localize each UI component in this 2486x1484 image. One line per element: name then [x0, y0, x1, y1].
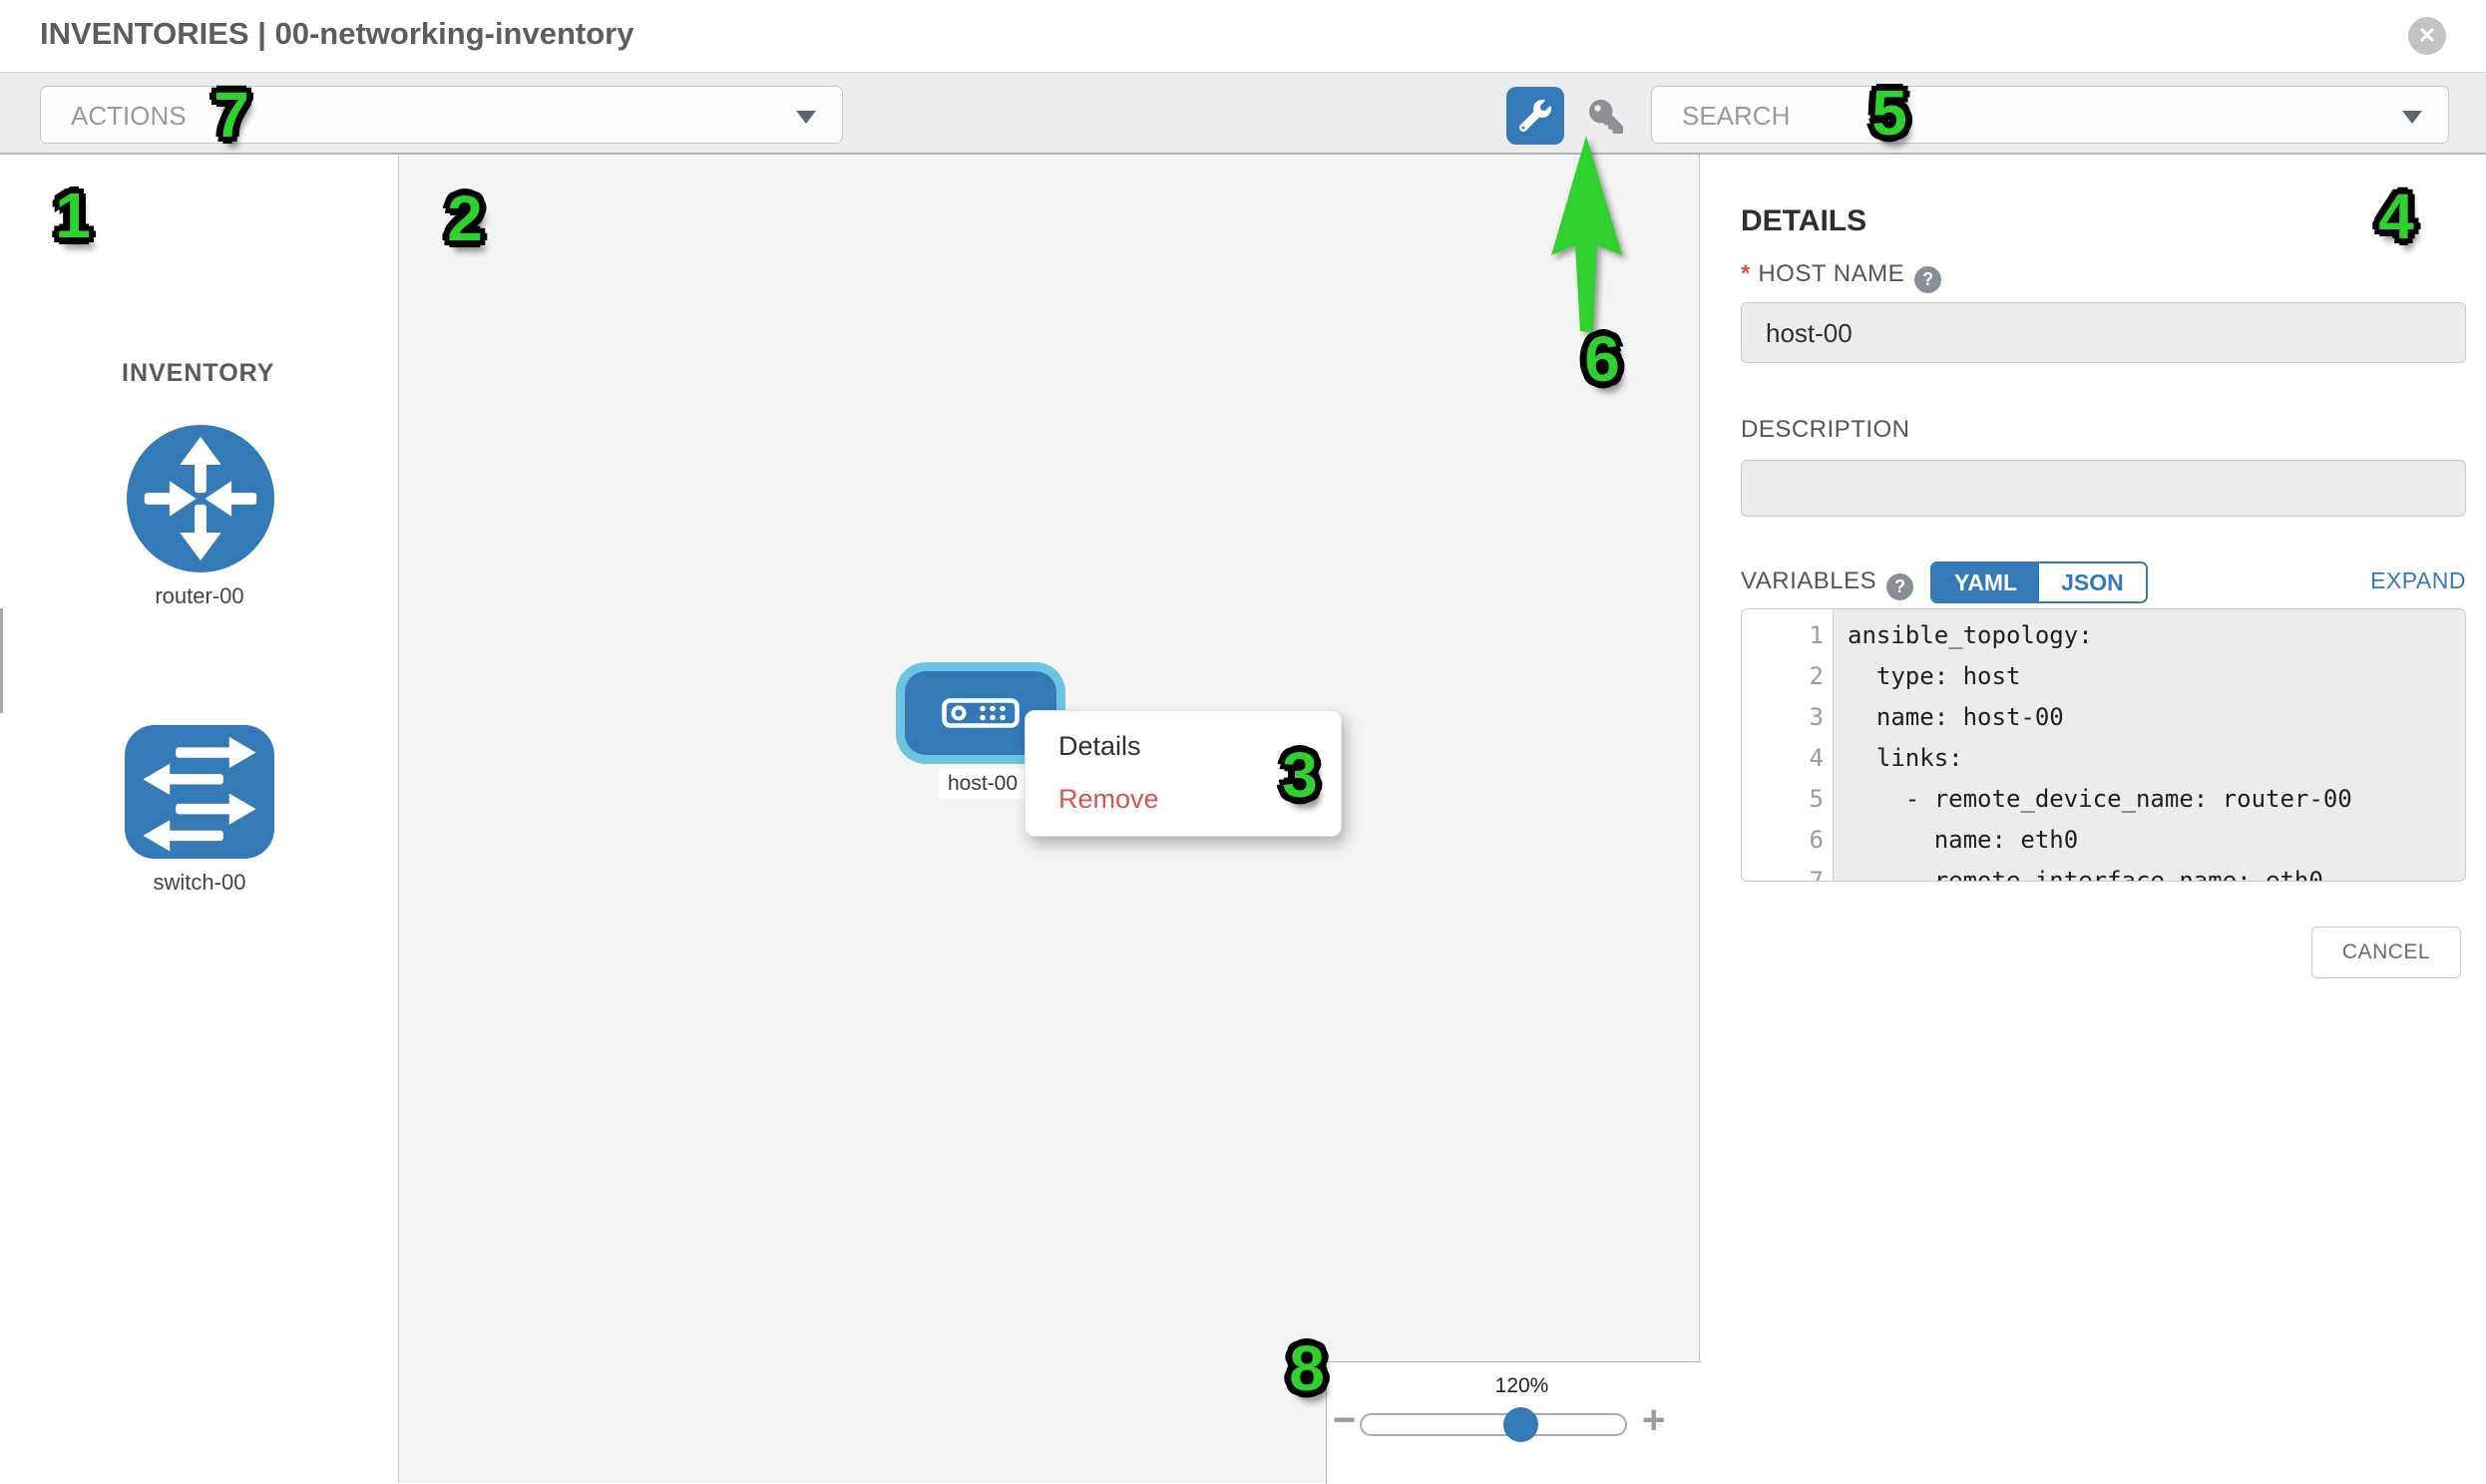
line-number: 1: [1742, 615, 1824, 656]
code-line: links:: [1848, 738, 1963, 779]
toggle-json-button[interactable]: JSON: [2039, 563, 2146, 601]
left-scrollbar[interactable]: [0, 608, 3, 713]
actions-dropdown[interactable]: ACTIONS: [40, 86, 843, 144]
expand-link[interactable]: EXPAND: [2370, 567, 2466, 594]
switch-icon: [125, 846, 274, 863]
palette-item-router[interactable]: [127, 425, 274, 572]
code-line: type: host: [1848, 656, 2020, 697]
annotation-1: 1: [55, 179, 91, 252]
context-menu-item-details[interactable]: Details: [1058, 731, 1141, 762]
line-number: 3: [1742, 697, 1824, 738]
zoom-out-button[interactable]: −: [1333, 1400, 1356, 1440]
annotation-3: 3: [1282, 738, 1318, 812]
inventory-palette: INVENTORY router-00: [0, 155, 399, 1483]
zoom-slider-knob[interactable]: [1503, 1407, 1538, 1442]
zoom-slider-track[interactable]: [1360, 1413, 1627, 1436]
variables-label: VARIABLES: [1741, 567, 1876, 594]
hostname-input[interactable]: host-00: [1741, 302, 2466, 363]
variables-format-toggle: YAML JSON: [1930, 561, 2148, 603]
annotation-8: 8: [1289, 1331, 1325, 1405]
search-dropdown-label: SEARCH: [1682, 101, 1790, 132]
details-panel: DETAILS *HOST NAME? host-00 DESCRIPTION …: [1701, 155, 2486, 1483]
description-label: DESCRIPTION: [1741, 416, 1910, 443]
hostname-label: HOST NAME: [1758, 260, 1904, 287]
line-number: 5: [1742, 779, 1824, 820]
help-question-icon[interactable]: ?: [1886, 573, 1913, 600]
inventory-palette-title: INVENTORY: [122, 359, 274, 388]
annotation-5: 5: [1871, 76, 1907, 150]
toggle-yaml-button[interactable]: YAML: [1932, 563, 2039, 601]
zoom-control: 120% − +: [1326, 1361, 1701, 1484]
search-dropdown[interactable]: SEARCH: [1651, 86, 2449, 144]
annotation-2: 2: [447, 182, 483, 255]
line-number: 7: [1742, 861, 1824, 882]
line-number: 4: [1742, 738, 1824, 779]
annotation-6: 6: [1584, 322, 1620, 396]
page-header: INVENTORIES | 00-networking-inventory ✕: [0, 0, 2486, 72]
router-icon: [127, 559, 274, 576]
chevron-down-icon: [2402, 111, 2422, 124]
palette-item-switch[interactable]: [125, 725, 274, 859]
code-line: name: eth0: [1848, 820, 2078, 861]
palette-item-label: router-00: [50, 583, 349, 609]
annotation-7: 7: [213, 78, 249, 152]
variables-header-row: VARIABLES? YAML JSON EXPAND: [1741, 561, 2466, 603]
help-question-icon[interactable]: ?: [1914, 266, 1941, 293]
line-number: 2: [1742, 656, 1824, 697]
key-button[interactable]: [1589, 100, 1623, 134]
context-menu-item-remove[interactable]: Remove: [1058, 784, 1159, 815]
canvas-node-label: host-00: [939, 769, 1027, 799]
actions-dropdown-label: ACTIONS: [71, 101, 187, 132]
code-line: remote_interface_name: eth0: [1848, 861, 2323, 882]
close-icon[interactable]: ✕: [2408, 17, 2446, 55]
description-field-label-row: DESCRIPTION: [1741, 416, 1910, 444]
chevron-down-icon: [796, 111, 816, 124]
line-number: 6: [1742, 820, 1824, 861]
zoom-in-button[interactable]: +: [1642, 1400, 1665, 1440]
toolbar: ACTIONS SEARCH: [0, 72, 2486, 155]
description-input[interactable]: [1741, 460, 2466, 517]
cancel-button[interactable]: CANCEL: [2311, 927, 2461, 978]
annotation-arrow-icon: [1547, 134, 1627, 343]
code-line: ansible_topology:: [1848, 615, 2093, 656]
details-panel-title: DETAILS: [1741, 204, 1866, 238]
hostname-field-label-row: * HOST NAME?: [1741, 260, 1941, 293]
code-line: - remote_device_name: router-00: [1848, 779, 2352, 820]
annotation-4: 4: [2378, 180, 2414, 253]
variables-code-editor[interactable]: 1 ansible_topology: 2 type: host 3 name:…: [1741, 608, 2466, 882]
palette-item-label: switch-00: [50, 870, 349, 896]
code-line: name: host-00: [1848, 697, 2064, 738]
zoom-level-value: 120%: [1454, 1374, 1589, 1398]
page-title: INVENTORIES | 00-networking-inventory: [40, 16, 633, 52]
required-asterisk: *: [1741, 260, 1750, 287]
